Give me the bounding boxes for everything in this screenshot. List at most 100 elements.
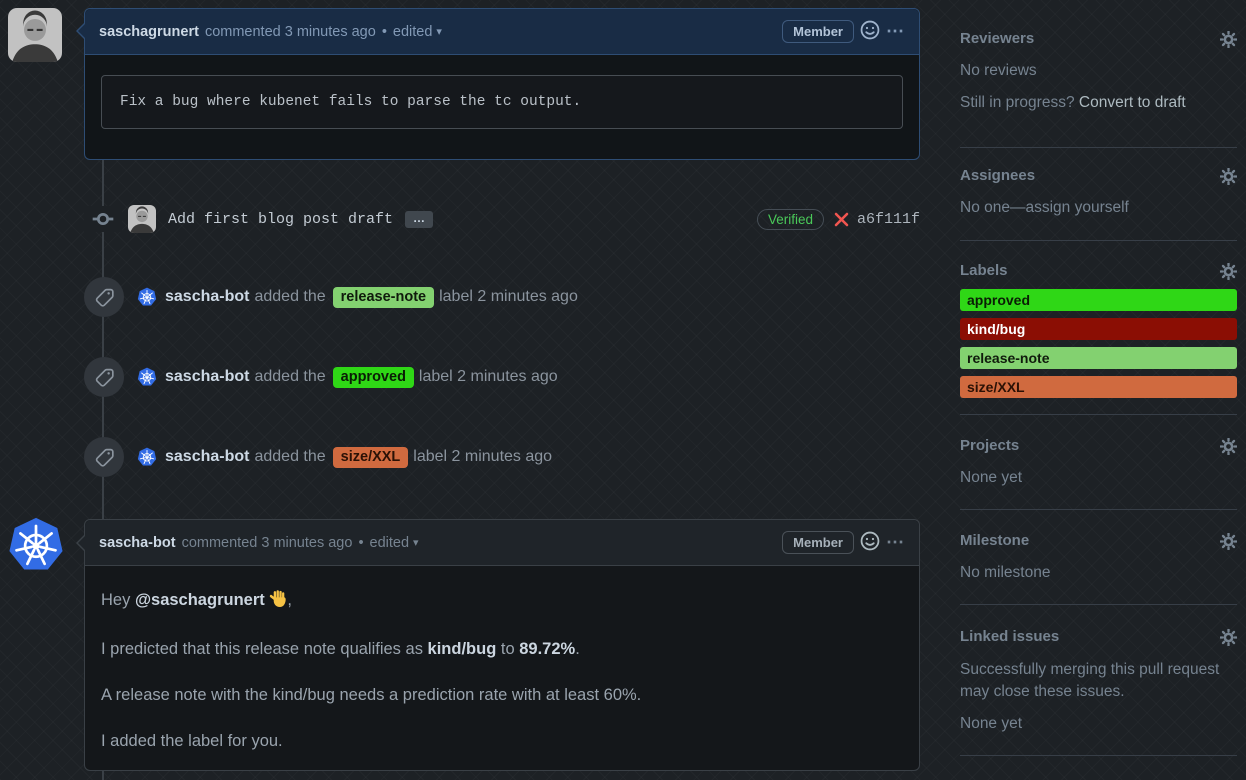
commit-event: Add first blog post draft … Verified a6f… (84, 203, 920, 235)
sidebar-label-approved[interactable]: approved (960, 289, 1237, 311)
tag-icon (84, 437, 124, 477)
sidebar-label-release-note[interactable]: release-note (960, 347, 1237, 369)
comment-timestamp[interactable]: commented 3 minutes ago (182, 535, 353, 551)
comment-paragraph: I added the label for you. (101, 729, 903, 753)
kebab-menu-icon[interactable]: ⋯ (886, 21, 905, 42)
text: Hey (101, 591, 135, 609)
git-commit-icon (84, 206, 122, 232)
event-actor-link[interactable]: sascha-bot (165, 288, 249, 306)
label-chip[interactable]: size/XXL (333, 447, 409, 468)
event-text: added the (254, 368, 325, 386)
section-title: Assignees (960, 167, 1035, 185)
mention-link[interactable]: @saschagrunert (135, 591, 265, 609)
commit-author-avatar[interactable] (128, 205, 156, 233)
comment-timestamp[interactable]: commented 3 minutes ago (205, 24, 376, 40)
section-title: Reviewers (960, 30, 1034, 48)
edited-dropdown[interactable]: edited ▾ (393, 24, 442, 40)
emoji-reaction-button[interactable] (860, 20, 880, 44)
member-badge: Member (782, 20, 854, 43)
comment-caret (70, 535, 86, 551)
gear-icon[interactable] (1220, 263, 1237, 280)
text: Still in progress? (960, 94, 1079, 111)
comment-header: sascha-bot commented 3 minutes ago • edi… (85, 520, 919, 566)
comment-paragraph: I predicted that this release note quali… (101, 637, 903, 661)
section-title: Projects (960, 437, 1019, 455)
labels-list: approved kind/bug release-note size/XXL (960, 289, 1237, 398)
linked-issues-section-header: Linked issues (960, 628, 1237, 646)
label-chip[interactable]: release-note (333, 287, 434, 308)
projects-section-header: Projects (960, 437, 1237, 455)
divider (960, 604, 1237, 605)
label-chip[interactable]: approved (333, 367, 414, 388)
dot-separator: • (382, 24, 387, 40)
comment-paragraph: Hey @saschagrunert , (101, 588, 903, 615)
avatar-sascha-bot[interactable] (137, 447, 157, 467)
gear-icon[interactable] (1220, 168, 1237, 185)
verified-badge[interactable]: Verified (757, 209, 824, 230)
comment-caret (70, 23, 86, 39)
kebab-menu-icon[interactable]: ⋯ (886, 532, 905, 553)
event-timestamp[interactable]: label 2 minutes ago (439, 288, 578, 306)
commit-expand-button[interactable]: … (405, 211, 433, 228)
avatar-sascha-bot-large[interactable] (7, 516, 65, 574)
comment-saschagrunert: saschagrunert commented 3 minutes ago • … (84, 8, 920, 160)
comment-header: saschagrunert commented 3 minutes ago • … (85, 9, 919, 55)
sidebar-label-kind-bug[interactable]: kind/bug (960, 318, 1237, 340)
event-timestamp[interactable]: label 2 minutes ago (419, 368, 558, 386)
comment-paragraph: A release note with the kind/bug needs a… (101, 683, 903, 707)
gear-icon[interactable] (1220, 629, 1237, 646)
wave-emoji-icon (269, 590, 287, 615)
section-title: Milestone (960, 532, 1029, 550)
label-event: sascha-bot added the approved label 2 mi… (84, 357, 920, 397)
section-title: Labels (960, 262, 1008, 280)
text: to (496, 640, 519, 658)
divider (960, 414, 1237, 415)
edited-label: edited (370, 535, 410, 551)
assign-yourself-link[interactable]: assign yourself (1025, 199, 1128, 216)
release-note-codeblock: Fix a bug where kubenet fails to parse t… (101, 75, 903, 129)
bold-text: 89.72% (519, 640, 575, 658)
divider (960, 755, 1237, 756)
reviewers-empty: No reviews (960, 62, 1237, 80)
ci-failure-x-icon[interactable] (834, 212, 849, 227)
text: . (575, 640, 580, 658)
gear-icon[interactable] (1220, 438, 1237, 455)
bold-text: kind/bug (428, 640, 497, 658)
labels-section-header: Labels (960, 262, 1237, 280)
comment-body: Fix a bug where kubenet fails to parse t… (85, 55, 919, 149)
comment-author-link[interactable]: saschagrunert (99, 24, 199, 40)
gear-icon[interactable] (1220, 31, 1237, 48)
sidebar: Reviewers No reviews Still in progress? … (960, 30, 1237, 756)
divider (960, 240, 1237, 241)
reviewers-section-header: Reviewers (960, 30, 1237, 48)
milestone-empty: No milestone (960, 564, 1237, 582)
text: No one— (960, 199, 1025, 216)
label-event: sascha-bot added the size/XXL label 2 mi… (84, 437, 920, 477)
event-timestamp[interactable]: label 2 minutes ago (413, 448, 552, 466)
convert-to-draft-link[interactable]: Convert to draft (1079, 94, 1186, 111)
milestone-section-header: Milestone (960, 532, 1237, 550)
sidebar-label-size-xxl[interactable]: size/XXL (960, 376, 1237, 398)
chevron-down-icon: ▾ (436, 25, 442, 38)
assignees-section-header: Assignees (960, 167, 1237, 185)
dot-separator: • (358, 535, 363, 551)
commit-sha-link[interactable]: a6f111f (857, 211, 920, 228)
linked-issues-description: Successfully merging this pull request m… (960, 659, 1237, 703)
projects-empty: None yet (960, 469, 1237, 487)
convert-to-draft-row: Still in progress? Convert to draft (960, 94, 1237, 112)
assignees-empty-row: No one—assign yourself (960, 199, 1237, 217)
comment-body: Hey @saschagrunert , I predicted that th… (85, 566, 919, 753)
edited-dropdown[interactable]: edited ▾ (370, 535, 419, 551)
avatar-sascha-bot[interactable] (137, 367, 157, 387)
pull-request-page: saschagrunert commented 3 minutes ago • … (0, 0, 1246, 780)
linked-issues-empty: None yet (960, 715, 1237, 733)
avatar-sascha-bot[interactable] (137, 287, 157, 307)
comment-author-link[interactable]: sascha-bot (99, 535, 176, 551)
avatar-saschagrunert[interactable] (8, 8, 62, 62)
label-event: sascha-bot added the release-note label … (84, 277, 920, 317)
gear-icon[interactable] (1220, 533, 1237, 550)
commit-message-link[interactable]: Add first blog post draft (168, 211, 393, 228)
event-actor-link[interactable]: sascha-bot (165, 448, 249, 466)
emoji-reaction-button[interactable] (860, 531, 880, 555)
event-actor-link[interactable]: sascha-bot (165, 368, 249, 386)
